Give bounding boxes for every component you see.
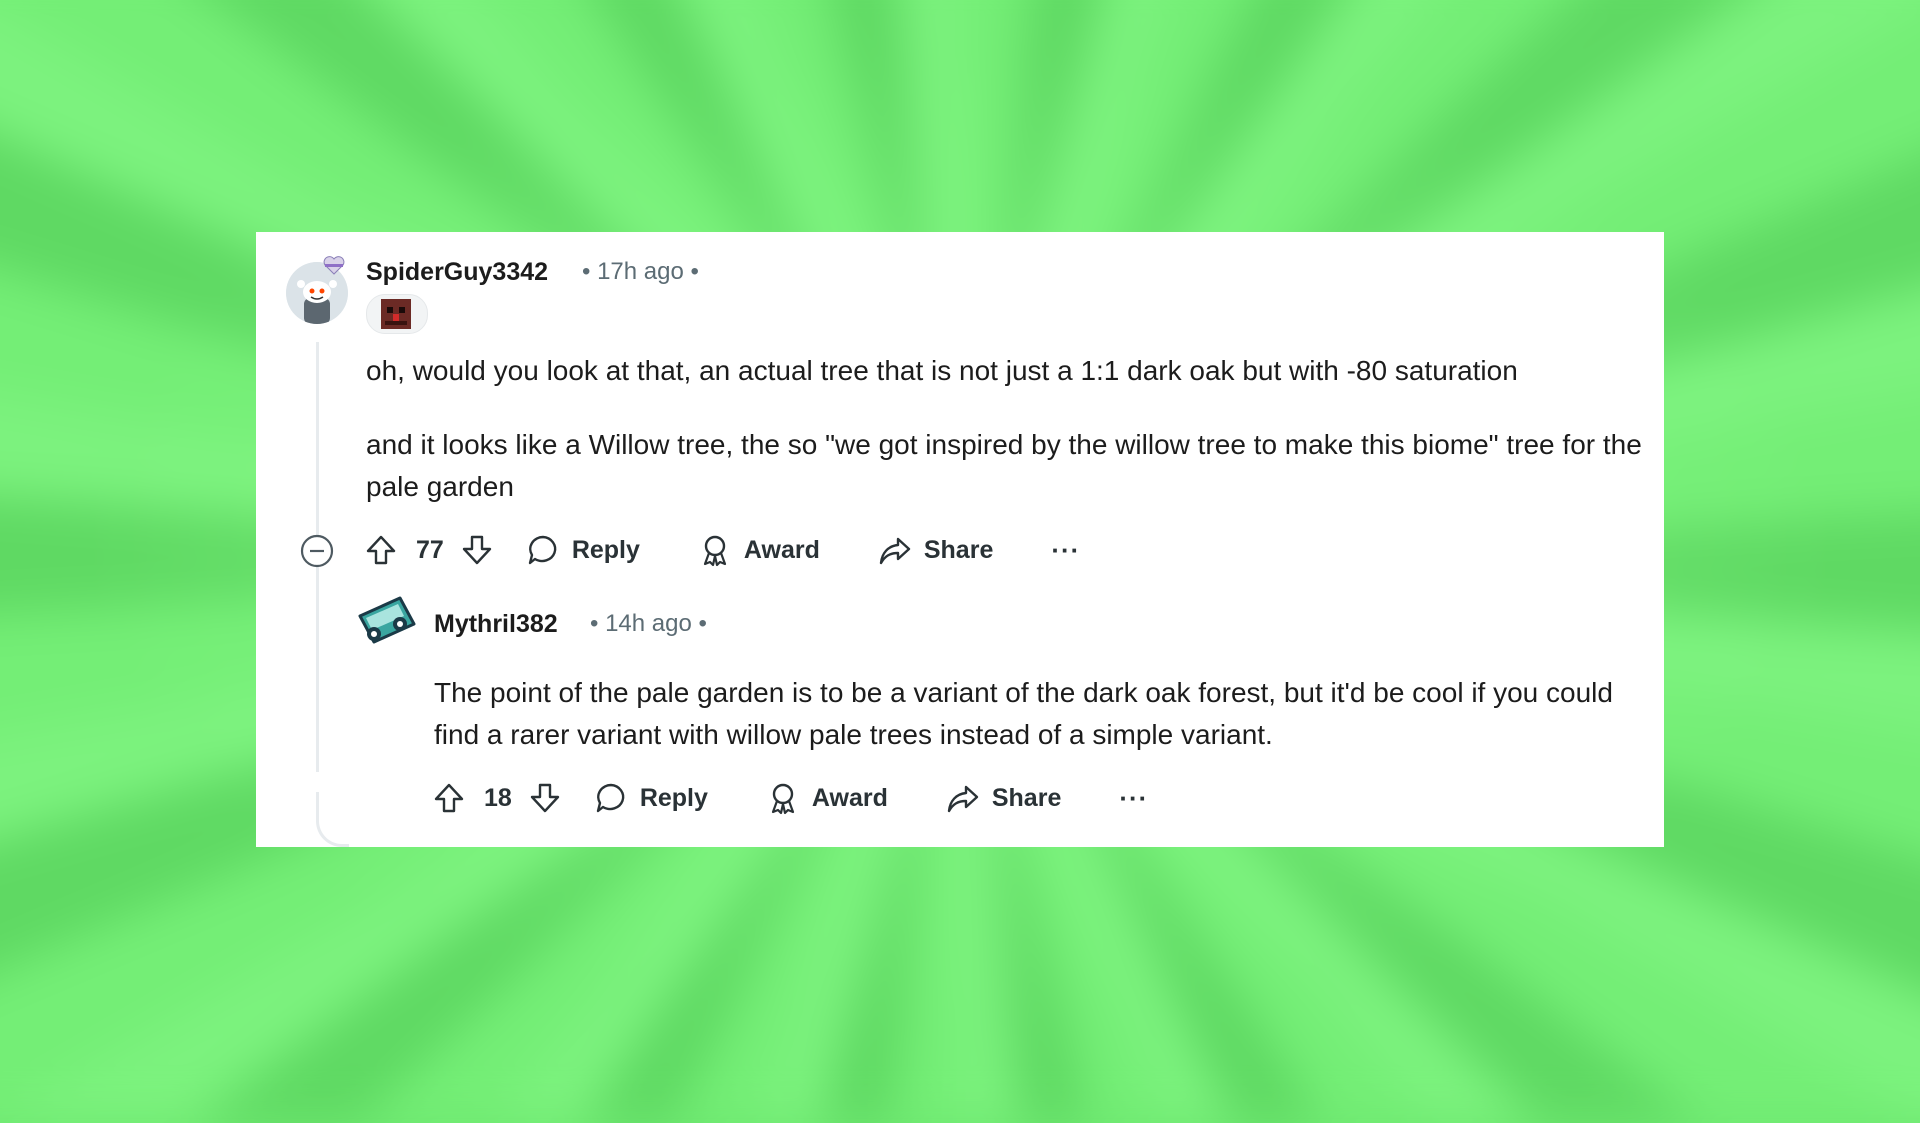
vote-count: 77 xyxy=(416,535,444,564)
reply-label: Reply xyxy=(639,783,708,812)
minecart-avatar-icon xyxy=(358,596,416,644)
vote-control: 18 xyxy=(432,781,562,815)
upvote-icon[interactable] xyxy=(432,781,466,815)
comment-paragraph: The point of the pale garden is to be a … xyxy=(434,677,1613,750)
comment-body: oh, would you look at that, an actual tr… xyxy=(366,350,1646,508)
award-button[interactable]: Award xyxy=(698,533,820,567)
more-options-icon[interactable]: ··· xyxy=(1051,535,1080,566)
share-icon xyxy=(879,537,911,565)
reply-bubble-icon xyxy=(528,535,557,565)
avatar[interactable] xyxy=(352,594,420,648)
comment-body: The point of the pale garden is to be a … xyxy=(434,672,1644,756)
comment-username[interactable]: SpiderGuy3342 xyxy=(366,258,548,287)
award-button[interactable]: Award xyxy=(766,781,888,815)
more-options-icon[interactable]: ··· xyxy=(1119,783,1148,814)
downvote-icon[interactable] xyxy=(460,533,494,567)
comment-card: SpiderGuy3342 • 17h ago • oh, would you … xyxy=(256,232,1664,847)
collapse-thread-icon[interactable] xyxy=(300,534,334,568)
comment-actions: 18 Reply Award Share ··· xyxy=(432,778,1148,818)
comment-paragraph: oh, would you look at that, an actual tr… xyxy=(366,355,1518,386)
creeper-flair-icon xyxy=(381,299,411,329)
downvote-icon[interactable] xyxy=(528,781,562,815)
vote-count: 18 xyxy=(484,783,512,812)
share-label: Share xyxy=(991,783,1062,812)
share-icon xyxy=(947,785,979,813)
reply-bubble-icon xyxy=(596,783,625,813)
award-label: Award xyxy=(743,535,820,564)
reply-button[interactable]: Reply xyxy=(594,781,708,815)
award-icon xyxy=(771,783,795,815)
thread-connector xyxy=(316,792,349,847)
reply-button[interactable]: Reply xyxy=(526,533,640,567)
comment-timestamp: • 14h ago • xyxy=(590,610,707,637)
comment-timestamp: • 17h ago • xyxy=(582,258,699,285)
comment-paragraph: and it looks like a Willow tree, the so … xyxy=(366,429,1642,502)
comment-actions: 77 Reply Award Share ··· xyxy=(364,530,1080,570)
share-button[interactable]: Share xyxy=(946,781,1061,815)
share-label: Share xyxy=(923,535,994,564)
vote-control: 77 xyxy=(364,533,494,567)
user-flair xyxy=(366,294,428,334)
upvote-icon[interactable] xyxy=(364,533,398,567)
reply-label: Reply xyxy=(571,535,640,564)
award-label: Award xyxy=(811,783,888,812)
comment-username[interactable]: Mythril382 xyxy=(434,610,558,639)
award-icon xyxy=(703,535,727,567)
heart-badge-icon xyxy=(323,256,345,275)
share-button[interactable]: Share xyxy=(878,533,993,567)
